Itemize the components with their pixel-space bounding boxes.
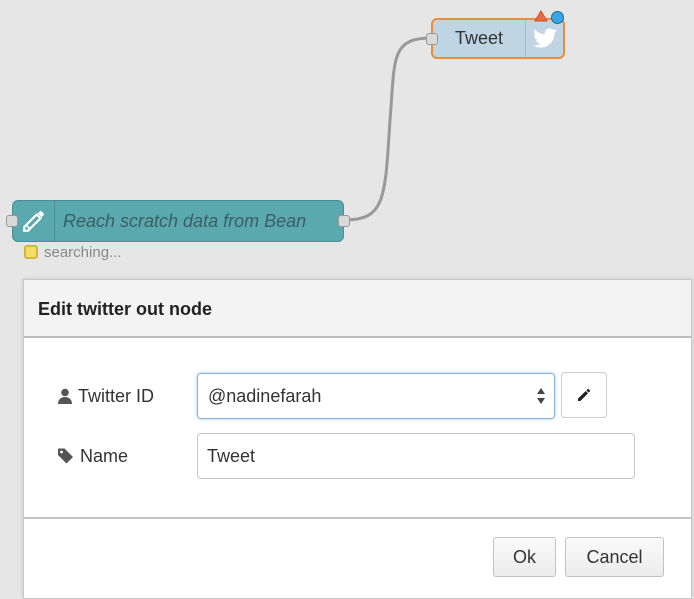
twitter-id-value: @nadinefarah — [208, 386, 322, 406]
tweet-node-label: Tweet — [454, 28, 504, 48]
dialog-footer: Ok Cancel — [24, 519, 691, 598]
twitter-id-row: Twitter ID @nadinefarah — [24, 372, 691, 419]
select-arrows-icon — [537, 388, 545, 404]
dialog-body: Twitter ID @nadinefarah Name Tweet — [24, 338, 691, 519]
edit-node-dialog: Edit twitter out node Twitter ID @nadine… — [23, 279, 692, 599]
dialog-header: Edit twitter out node — [24, 280, 691, 338]
cancel-button[interactable]: Cancel — [565, 537, 664, 577]
inject-node[interactable]: Reach scratch data from Bean — [6, 200, 350, 242]
inject-node-label: Reach scratch data from Bean — [63, 211, 307, 231]
ok-button[interactable]: Ok — [493, 537, 556, 577]
name-input[interactable]: Tweet — [197, 433, 635, 479]
warning-triangle-icon — [534, 10, 548, 22]
twitter-id-label: Twitter ID — [58, 373, 154, 419]
inject-node-output-port[interactable] — [338, 215, 350, 227]
twitter-id-select[interactable]: @nadinefarah — [197, 373, 555, 419]
tag-icon — [58, 448, 73, 464]
twitter-id-label-text: Twitter ID — [78, 385, 155, 406]
pencil-icon — [578, 388, 591, 401]
name-row: Name Tweet — [24, 433, 691, 479]
pencil-icon — [13, 201, 55, 241]
name-label: Name — [58, 433, 128, 479]
status-ring-icon — [24, 245, 38, 259]
dialog-title: Edit twitter out node — [38, 299, 212, 319]
name-label-text: Name — [80, 445, 129, 466]
flow-canvas[interactable]: Tweet Reach scratch data from Bean searc… — [0, 0, 694, 599]
tweet-node[interactable]: Tweet — [426, 10, 565, 59]
user-icon — [58, 388, 72, 404]
node-status: searching... — [24, 243, 122, 261]
changed-indicator-icon — [551, 11, 564, 24]
status-text: searching... — [44, 243, 122, 261]
edit-twitter-config-button[interactable] — [561, 372, 607, 418]
twitter-bird-icon — [525, 20, 563, 57]
